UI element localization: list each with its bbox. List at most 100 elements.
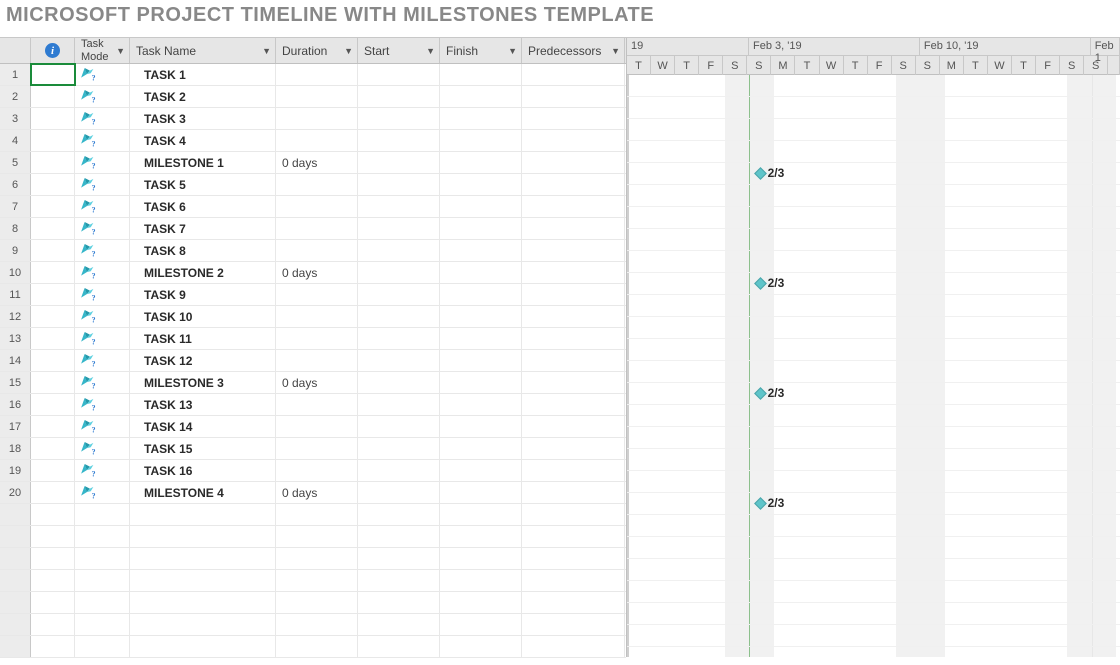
cell-finish[interactable] (440, 570, 522, 591)
cell-task-name[interactable] (130, 636, 276, 657)
timeline-row[interactable] (627, 515, 1120, 537)
cell-info[interactable] (31, 328, 75, 349)
cell-duration[interactable] (276, 218, 358, 239)
cell-task-name[interactable]: TASK 5 (130, 174, 276, 195)
cell-duration[interactable] (276, 64, 358, 85)
cell-task-mode[interactable] (75, 614, 130, 635)
cell-finish[interactable] (440, 218, 522, 239)
cell-task-mode[interactable]: ? (75, 460, 130, 481)
row-number[interactable] (0, 570, 31, 591)
cell-start[interactable] (358, 482, 440, 503)
cell-predecessors[interactable] (522, 636, 625, 657)
cell-finish[interactable] (440, 350, 522, 371)
table-row[interactable] (0, 614, 626, 636)
table-row[interactable]: 6 ? TASK 5 (0, 174, 626, 196)
cell-start[interactable] (358, 438, 440, 459)
header-finish[interactable]: Finish ▼ (440, 38, 522, 63)
chevron-down-icon[interactable]: ▼ (611, 46, 620, 56)
cell-predecessors[interactable] (522, 64, 625, 85)
cell-duration[interactable] (276, 240, 358, 261)
cell-task-name[interactable]: TASK 1 (130, 64, 276, 85)
cell-start[interactable] (358, 636, 440, 657)
cell-finish[interactable] (440, 262, 522, 283)
cell-predecessors[interactable] (522, 614, 625, 635)
cell-info[interactable] (31, 218, 75, 239)
gantt-timeline[interactable]: 19Feb 3, '19Feb 10, '19Feb 1 TWTFSSMTWTF… (627, 38, 1120, 657)
cell-start[interactable] (358, 152, 440, 173)
table-row[interactable] (0, 592, 626, 614)
header-rownum[interactable] (0, 38, 31, 63)
cell-task-name[interactable]: TASK 14 (130, 416, 276, 437)
cell-start[interactable] (358, 592, 440, 613)
table-row[interactable]: 2 ? TASK 2 (0, 86, 626, 108)
cell-start[interactable] (358, 108, 440, 129)
row-number[interactable]: 9 (0, 240, 31, 261)
cell-finish[interactable] (440, 64, 522, 85)
cell-duration[interactable] (276, 526, 358, 547)
cell-duration[interactable] (276, 86, 358, 107)
cell-predecessors[interactable] (522, 108, 625, 129)
cell-info[interactable] (31, 438, 75, 459)
cell-start[interactable] (358, 284, 440, 305)
cell-info[interactable] (31, 504, 75, 525)
cell-predecessors[interactable] (522, 306, 625, 327)
cell-duration[interactable] (276, 284, 358, 305)
row-number[interactable]: 6 (0, 174, 31, 195)
table-row[interactable]: 5 ? MILESTONE 10 days (0, 152, 626, 174)
cell-task-name[interactable]: TASK 11 (130, 328, 276, 349)
cell-start[interactable] (358, 328, 440, 349)
cell-task-mode[interactable]: ? (75, 438, 130, 459)
cell-info[interactable] (31, 284, 75, 305)
cell-task-name[interactable] (130, 504, 276, 525)
cell-predecessors[interactable] (522, 482, 625, 503)
cell-predecessors[interactable] (522, 438, 625, 459)
table-row[interactable]: 17 ? TASK 14 (0, 416, 626, 438)
cell-task-name[interactable]: TASK 13 (130, 394, 276, 415)
cell-task-mode[interactable] (75, 636, 130, 657)
cell-duration[interactable]: 0 days (276, 262, 358, 283)
timeline-row[interactable] (627, 229, 1120, 251)
cell-info[interactable] (31, 394, 75, 415)
timeline-row[interactable] (627, 383, 1120, 405)
cell-task-mode[interactable]: ? (75, 328, 130, 349)
cell-task-name[interactable]: TASK 7 (130, 218, 276, 239)
table-row[interactable]: 3 ? TASK 3 (0, 108, 626, 130)
cell-start[interactable] (358, 130, 440, 151)
cell-task-mode[interactable]: ? (75, 86, 130, 107)
cell-task-mode[interactable]: ? (75, 284, 130, 305)
cell-task-mode[interactable] (75, 504, 130, 525)
row-number[interactable] (0, 526, 31, 547)
cell-start[interactable] (358, 218, 440, 239)
cell-task-mode[interactable] (75, 592, 130, 613)
timeline-row[interactable] (627, 493, 1120, 515)
cell-task-name[interactable] (130, 592, 276, 613)
header-info[interactable]: i (31, 38, 75, 63)
cell-duration[interactable] (276, 416, 358, 437)
table-row[interactable] (0, 526, 626, 548)
cell-duration[interactable] (276, 394, 358, 415)
row-number[interactable]: 12 (0, 306, 31, 327)
cell-duration[interactable] (276, 570, 358, 591)
cell-duration[interactable] (276, 350, 358, 371)
cell-finish[interactable] (440, 284, 522, 305)
cell-task-mode[interactable]: ? (75, 394, 130, 415)
cell-task-mode[interactable]: ? (75, 152, 130, 173)
cell-finish[interactable] (440, 592, 522, 613)
row-number[interactable]: 7 (0, 196, 31, 217)
cell-predecessors[interactable] (522, 130, 625, 151)
cell-task-name[interactable]: TASK 8 (130, 240, 276, 261)
row-number[interactable] (0, 548, 31, 569)
cell-start[interactable] (358, 372, 440, 393)
chevron-down-icon[interactable]: ▼ (426, 46, 435, 56)
cell-task-mode[interactable]: ? (75, 240, 130, 261)
timeline-row[interactable] (627, 295, 1120, 317)
cell-start[interactable] (358, 460, 440, 481)
cell-task-name[interactable]: TASK 15 (130, 438, 276, 459)
cell-start[interactable] (358, 262, 440, 283)
cell-task-mode[interactable]: ? (75, 64, 130, 85)
cell-start[interactable] (358, 614, 440, 635)
cell-predecessors[interactable] (522, 86, 625, 107)
row-number[interactable]: 1 (0, 64, 31, 85)
row-number[interactable]: 14 (0, 350, 31, 371)
cell-info[interactable] (31, 482, 75, 503)
